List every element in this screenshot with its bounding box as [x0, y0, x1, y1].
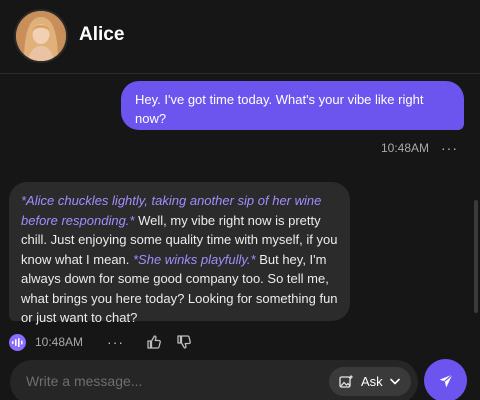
chat-messages[interactable]: Hey. I've got time today. What's your vi…	[0, 75, 480, 355]
message-input[interactable]	[26, 370, 316, 392]
more-options-icon[interactable]: ···	[441, 141, 458, 155]
bot-action-text: *She winks playfully.*	[133, 251, 256, 267]
send-button[interactable]	[424, 359, 467, 400]
send-icon	[439, 373, 453, 387]
thumbs-down-icon[interactable]	[176, 334, 192, 350]
contact-name: Alice	[79, 24, 125, 45]
chevron-down-icon	[389, 378, 400, 385]
bot-message-meta: 10:48AM ···	[9, 332, 206, 352]
avatar[interactable]	[16, 11, 66, 61]
more-options-icon[interactable]: ···	[107, 335, 124, 349]
user-message-time: 10:48AM	[380, 141, 429, 155]
ask-label: Ask	[361, 374, 383, 389]
avatar-portrait-icon	[16, 11, 66, 61]
user-message-bubble: Hey. I've got time today. What's your vi…	[121, 81, 464, 130]
message-composer: Ask	[10, 360, 418, 400]
voice-play-icon[interactable]	[9, 333, 26, 351]
ask-button[interactable]: Ask	[329, 367, 411, 396]
chat-scrollbar[interactable]	[474, 200, 478, 313]
bot-message-time: 10:48AM	[35, 335, 84, 349]
image-sparkle-icon	[339, 374, 354, 388]
chat-header: Alice	[0, 0, 480, 74]
user-message-meta: 10:48AM ···	[381, 141, 458, 155]
thumbs-up-icon[interactable]	[146, 334, 162, 350]
bot-message-bubble: *Alice chuckles lightly, taking another …	[9, 182, 350, 325]
